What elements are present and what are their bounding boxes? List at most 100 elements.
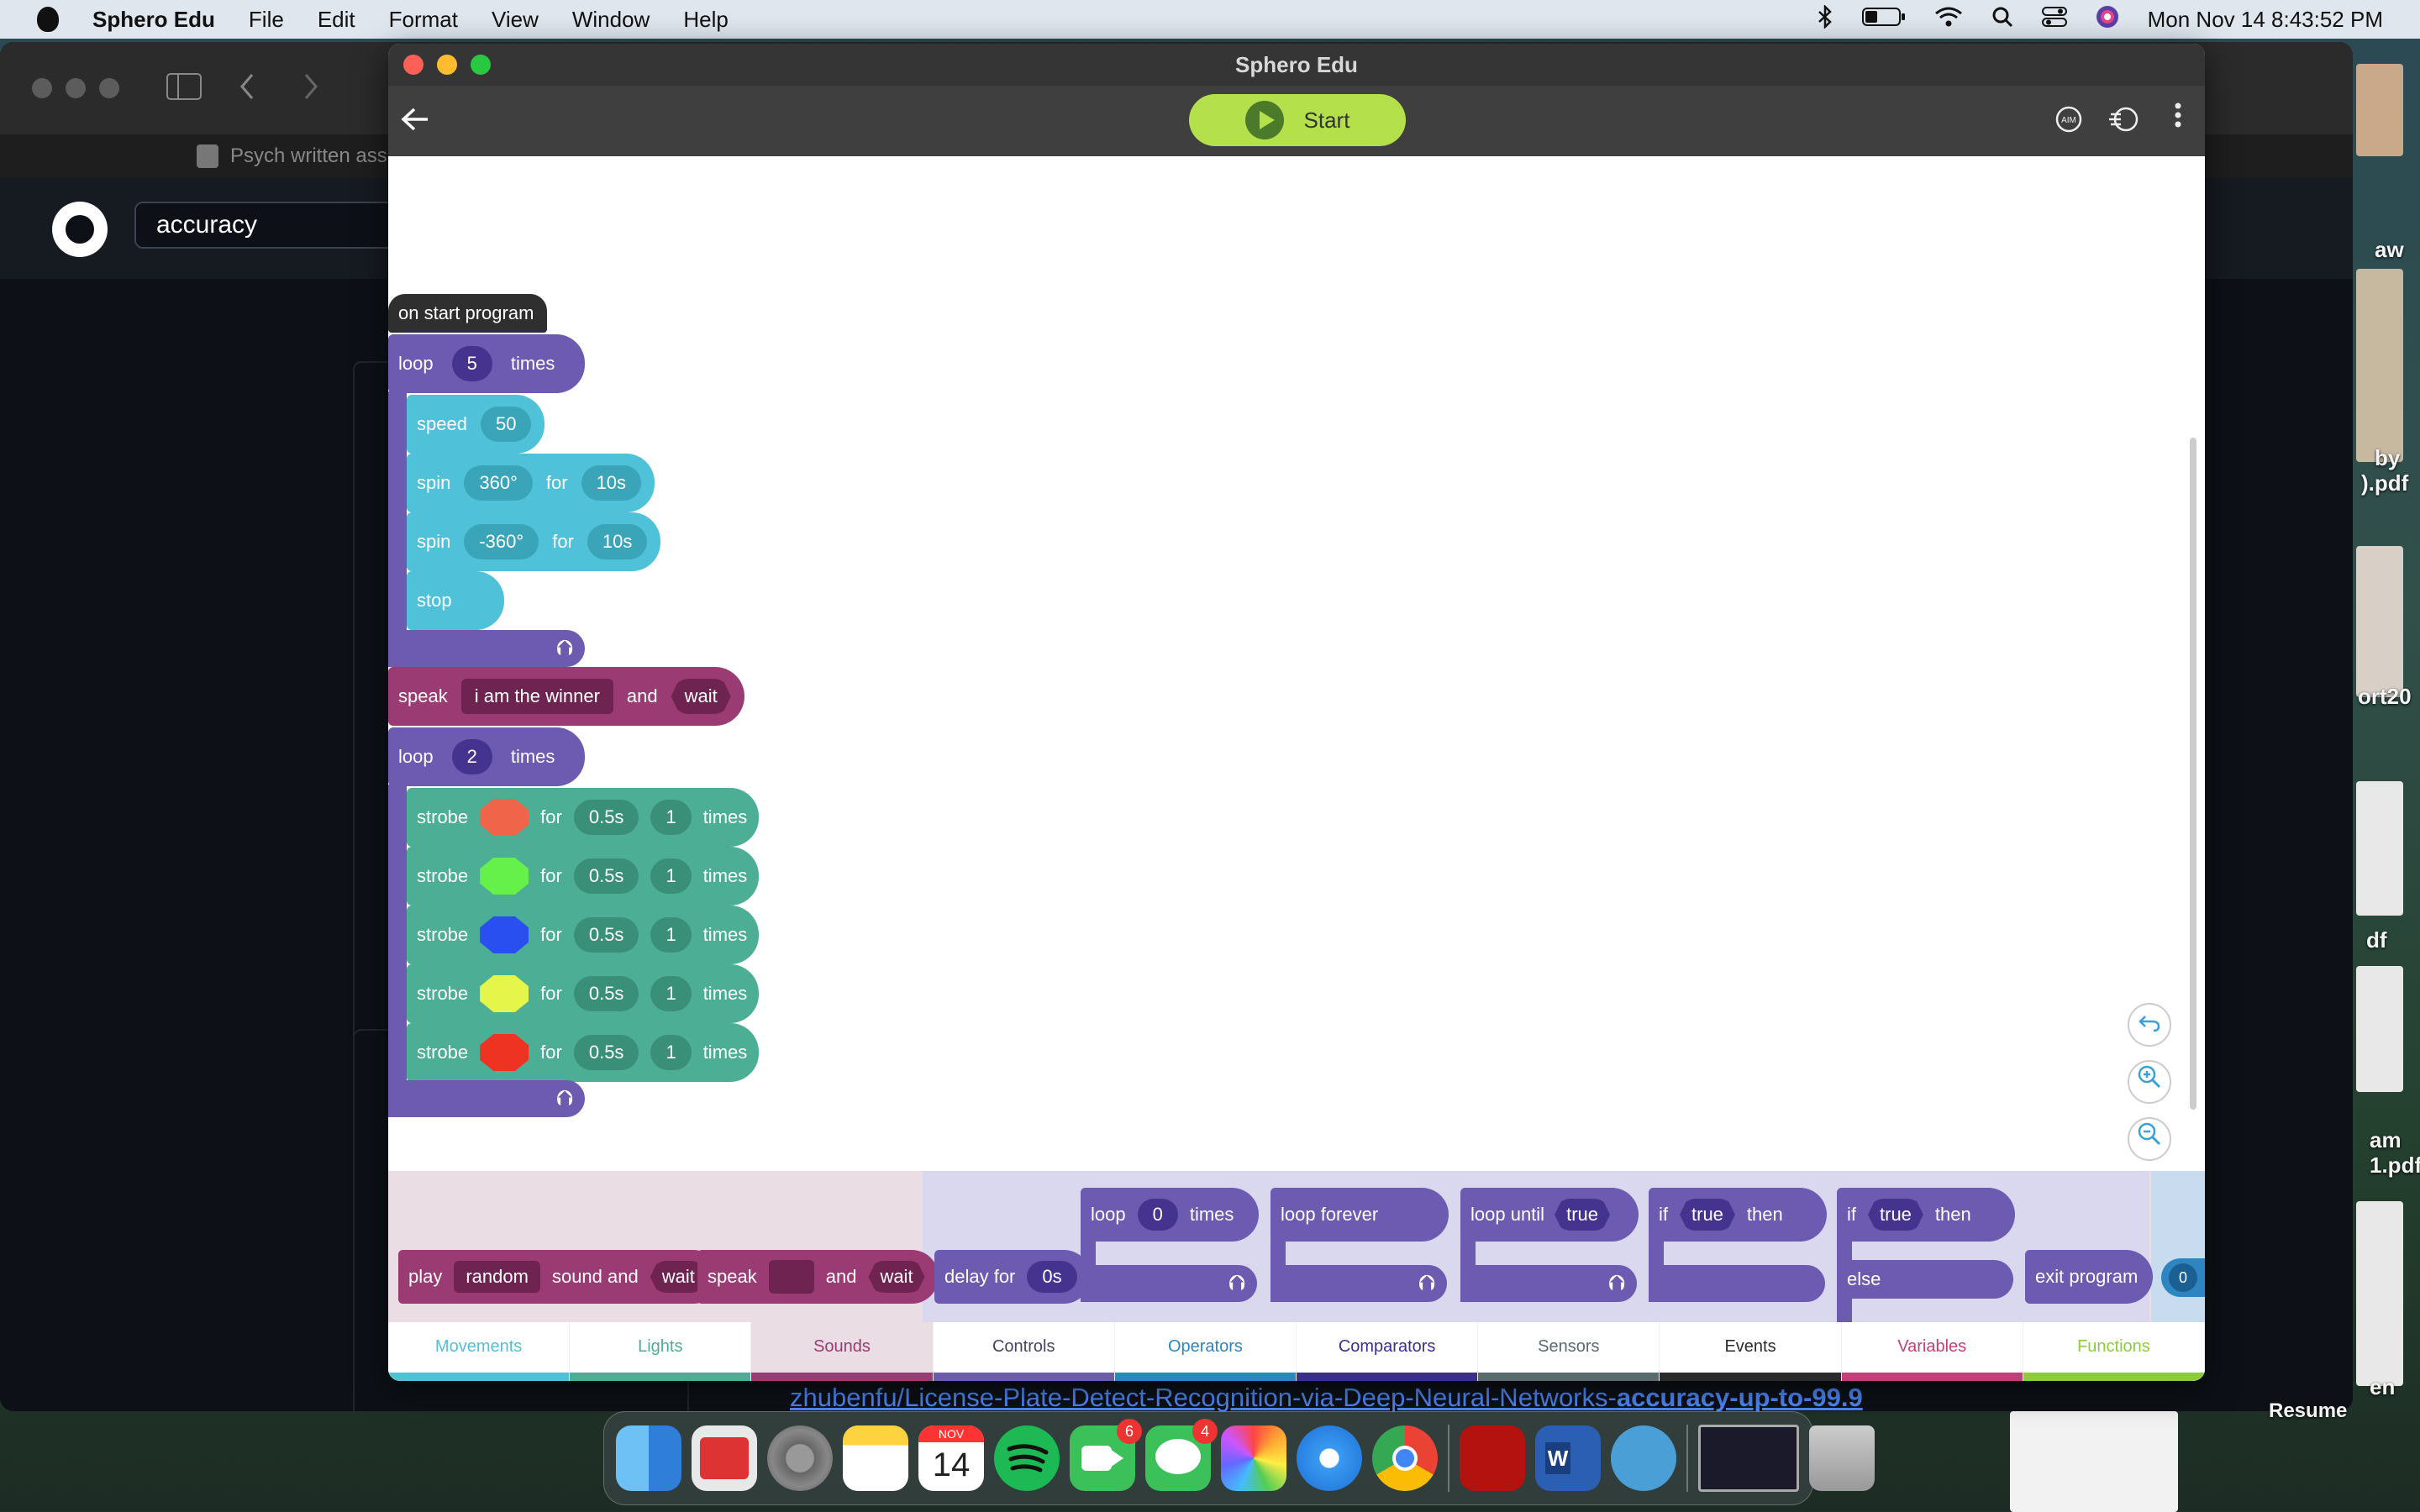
tab-events[interactable]: Events bbox=[1660, 1322, 1842, 1381]
bluetooth-icon[interactable] bbox=[1817, 3, 1833, 34]
tab-controls[interactable]: Controls bbox=[933, 1322, 1115, 1381]
loop-block[interactable]: loop 5 times bbox=[388, 334, 585, 393]
strobe-duration-input[interactable]: 0.5s bbox=[573, 1035, 639, 1070]
speak-wait-toggle[interactable]: wait bbox=[671, 679, 731, 714]
strobe-block[interactable]: strobe for 0.5s 1 times bbox=[407, 1023, 760, 1082]
strobe-count-input[interactable]: 1 bbox=[650, 917, 692, 953]
siri-icon[interactable] bbox=[2096, 5, 2119, 34]
repo-link[interactable]: zhubenfu/License-Plate-Detect-Recognitio… bbox=[790, 1383, 1863, 1413]
menu-edit[interactable]: Edit bbox=[318, 7, 355, 33]
close-button[interactable] bbox=[403, 55, 424, 75]
color-swatch[interactable] bbox=[480, 975, 529, 1012]
acrobat-icon[interactable] bbox=[1460, 1425, 1525, 1491]
palette-loop-block[interactable]: loop 0 times bbox=[1081, 1188, 1259, 1242]
strobe-block[interactable]: strobe for 0.5s 1 times bbox=[407, 847, 760, 906]
menu-format[interactable]: Format bbox=[389, 7, 458, 33]
zoom-in-button[interactable] bbox=[2128, 1060, 2171, 1104]
tab-sounds[interactable]: Sounds bbox=[751, 1322, 934, 1381]
strobe-duration-input[interactable]: 0.5s bbox=[573, 858, 639, 894]
messages-icon[interactable]: 4 bbox=[1145, 1419, 1218, 1491]
spotify-icon[interactable] bbox=[994, 1425, 1060, 1491]
word-icon[interactable]: W bbox=[1535, 1425, 1601, 1491]
zoom-button[interactable] bbox=[471, 55, 491, 75]
photo-booth-icon[interactable] bbox=[692, 1425, 757, 1491]
minimize-dot-icon[interactable] bbox=[66, 78, 86, 98]
drive-icon[interactable] bbox=[2106, 102, 2143, 139]
loop-forever-block[interactable]: loop forever bbox=[1270, 1188, 1449, 1242]
loop-until-condition[interactable]: true bbox=[1555, 1199, 1610, 1231]
menu-app-name[interactable]: Sphero Edu bbox=[92, 7, 215, 33]
tab-operators[interactable]: Operators bbox=[1114, 1322, 1297, 1381]
trash-icon[interactable] bbox=[1809, 1425, 1875, 1491]
strobe-count-input[interactable]: 1 bbox=[650, 858, 692, 894]
photos-icon[interactable] bbox=[1221, 1425, 1286, 1491]
tab-variables[interactable]: Variables bbox=[1841, 1322, 2023, 1381]
menu-view[interactable]: View bbox=[492, 7, 539, 33]
if-then-block[interactable]: if true then bbox=[1649, 1188, 1827, 1242]
more-options-icon[interactable] bbox=[2160, 102, 2196, 139]
canvas-scrollbar[interactable] bbox=[2190, 438, 2196, 1110]
tab-movements[interactable]: Movements bbox=[388, 1322, 571, 1381]
apple-icon[interactable] bbox=[37, 7, 59, 32]
spin-block[interactable]: spin 360° for 10s bbox=[407, 454, 655, 512]
minimized-window-thumb[interactable] bbox=[1698, 1425, 1799, 1492]
loop-block[interactable]: loop 2 times bbox=[388, 727, 585, 786]
start-program-button[interactable]: Start bbox=[1189, 94, 1406, 146]
back-arrow-icon[interactable] bbox=[397, 102, 434, 139]
strobe-block[interactable]: strobe for 0.5s 1 times bbox=[407, 964, 760, 1023]
forward-chevron-icon[interactable] bbox=[302, 73, 319, 104]
loop-count-input[interactable]: 2 bbox=[451, 739, 492, 774]
spotlight-search-icon[interactable] bbox=[1991, 6, 2013, 34]
color-swatch[interactable] bbox=[480, 858, 529, 895]
menu-file[interactable]: File bbox=[249, 7, 284, 33]
close-dot-icon[interactable] bbox=[32, 78, 52, 98]
strobe-count-input[interactable]: 1 bbox=[650, 800, 692, 835]
battery-icon[interactable] bbox=[1861, 7, 1906, 33]
zoom-dot-icon[interactable] bbox=[99, 78, 119, 98]
desktop-file-thumb[interactable] bbox=[2356, 546, 2403, 697]
tab-sensors[interactable]: Sensors bbox=[1478, 1322, 1660, 1381]
calendar-icon[interactable]: NOV 14 bbox=[918, 1425, 984, 1491]
strobe-duration-input[interactable]: 0.5s bbox=[573, 917, 639, 953]
color-swatch[interactable] bbox=[480, 916, 529, 953]
undo-button[interactable] bbox=[2128, 1003, 2171, 1047]
color-swatch[interactable] bbox=[480, 799, 529, 836]
minimize-button[interactable] bbox=[437, 55, 457, 75]
back-chevron-icon[interactable] bbox=[239, 73, 255, 104]
tab-lights[interactable]: Lights bbox=[570, 1322, 752, 1381]
sidebar-icon[interactable] bbox=[166, 72, 202, 104]
notes-icon[interactable] bbox=[843, 1425, 908, 1491]
strobe-duration-input[interactable]: 0.5s bbox=[573, 976, 639, 1011]
spin-duration-input[interactable]: 10s bbox=[587, 524, 648, 559]
speed-block[interactable]: speed 50 bbox=[407, 395, 545, 454]
aim-button[interactable]: AIM bbox=[2050, 102, 2087, 139]
desktop-file-thumb[interactable] bbox=[2356, 269, 2403, 462]
color-swatch[interactable] bbox=[480, 1034, 529, 1071]
stop-block[interactable]: stop bbox=[407, 571, 504, 630]
if-condition[interactable]: true bbox=[1868, 1199, 1923, 1231]
palette-speak-block[interactable]: speak and wait bbox=[697, 1250, 939, 1304]
menu-help[interactable]: Help bbox=[683, 7, 728, 33]
speak-block[interactable]: speak i am the winner and wait bbox=[388, 667, 744, 726]
menubar-clock[interactable]: Mon Nov 14 8:43:52 PM bbox=[2148, 7, 2383, 33]
speak-text-input[interactable] bbox=[768, 1260, 814, 1294]
sphero-edu-icon[interactable] bbox=[1611, 1425, 1676, 1491]
tab-comparators[interactable]: Comparators bbox=[1297, 1322, 1479, 1381]
if-else-block[interactable]: if true then bbox=[1837, 1188, 2015, 1242]
spin-duration-input[interactable]: 10s bbox=[581, 465, 642, 501]
speak-text-input[interactable]: i am the winner bbox=[460, 679, 613, 714]
strobe-count-input[interactable]: 1 bbox=[650, 976, 692, 1011]
operator-block[interactable]: 0 bbox=[2161, 1258, 2205, 1297]
play-sound-block[interactable]: play random sound and wait bbox=[398, 1250, 720, 1304]
menu-window[interactable]: Window bbox=[572, 7, 650, 33]
operator-value[interactable]: 0 bbox=[2168, 1263, 2197, 1292]
loop-count-input[interactable]: 5 bbox=[451, 346, 492, 381]
strobe-block[interactable]: strobe for 0.5s 1 times bbox=[407, 906, 760, 964]
delay-block[interactable]: delay for 0s bbox=[934, 1250, 1091, 1304]
desktop-resume-thumb[interactable] bbox=[2010, 1411, 2178, 1512]
program-canvas[interactable]: on start program loop 5 times speed 50 s… bbox=[388, 156, 2205, 1171]
zoom-out-button[interactable] bbox=[2128, 1117, 2171, 1161]
loop-count-input[interactable]: 0 bbox=[1137, 1199, 1178, 1231]
strobe-duration-input[interactable]: 0.5s bbox=[573, 800, 639, 835]
spin-angle-input[interactable]: 360° bbox=[464, 465, 533, 501]
